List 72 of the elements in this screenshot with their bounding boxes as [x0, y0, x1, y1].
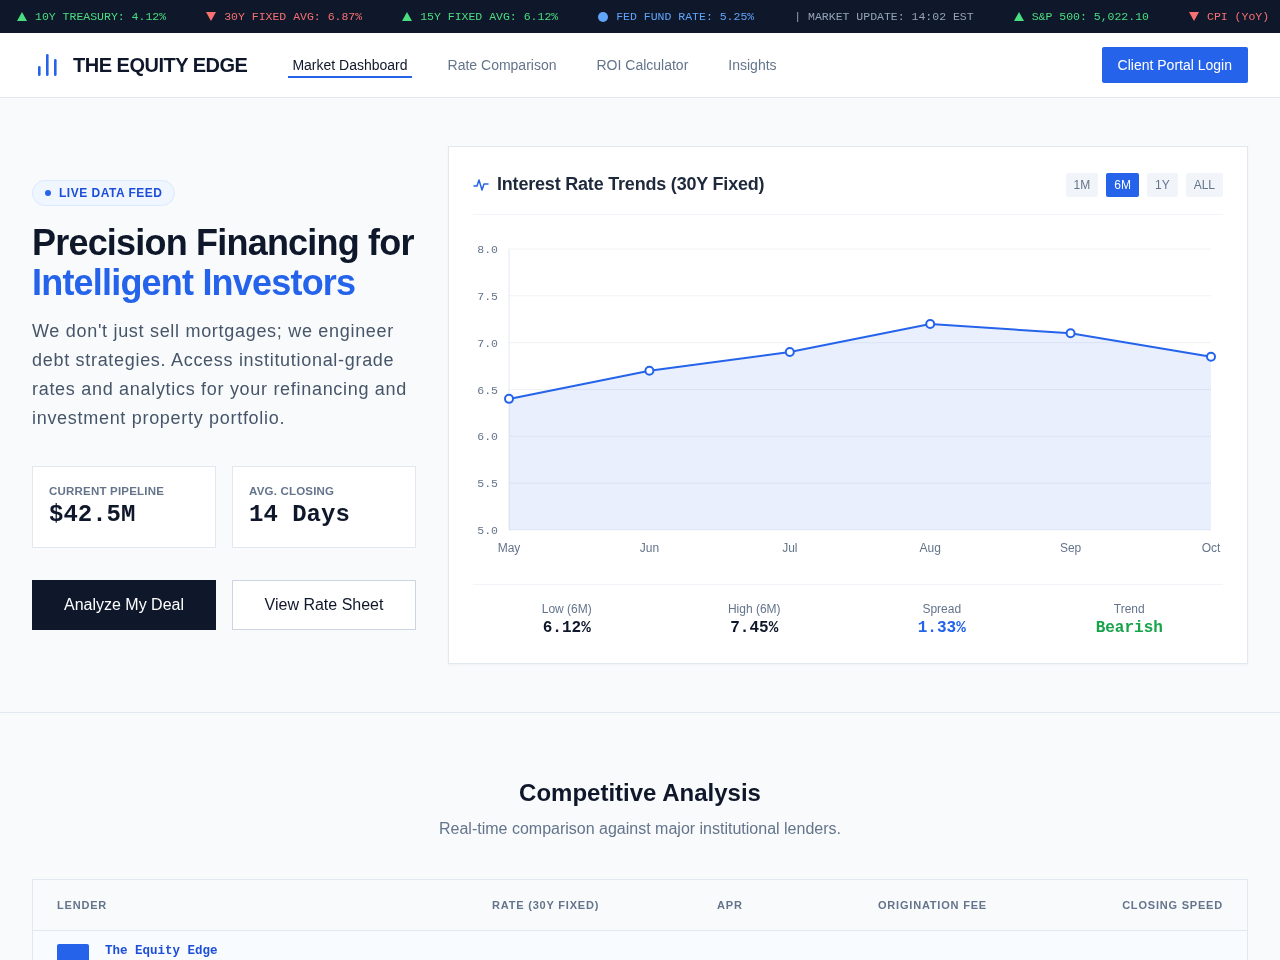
- section-subtitle: Real-time comparison against major institutional lenders.: [439, 819, 841, 839]
- column-header: CLOSING SPEED: [1122, 899, 1223, 911]
- summary-value: Bearish: [1095, 618, 1163, 639]
- summary-label: Low (6M): [541, 601, 592, 617]
- down-triangle-icon: [206, 12, 217, 21]
- bar-chart-logo-icon: [38, 54, 58, 76]
- dot-icon: [598, 11, 609, 22]
- stat-value: 14 Days: [249, 500, 351, 530]
- axis-label: 6.0: [477, 430, 498, 444]
- rate-sheet-button[interactable]: View Rate Sheet: [232, 580, 416, 630]
- period-tab[interactable]: 1Y: [1146, 172, 1178, 197]
- stat-label: CURRENT PIPELINE: [49, 484, 166, 499]
- live-feed-label: LIVE DATA FEED: [59, 186, 163, 200]
- summary-label: High (6M): [727, 601, 781, 617]
- axis-label: May: [497, 541, 521, 555]
- period-tab[interactable]: 1M: [1065, 172, 1099, 197]
- up-triangle-icon: [1013, 12, 1024, 21]
- data-point: [1206, 351, 1216, 362]
- period-tab[interactable]: ALL: [1185, 172, 1223, 197]
- ticker-text: S&P 500: 5,022.10: [1031, 9, 1149, 24]
- summary-value: 7.45%: [730, 618, 779, 639]
- down-triangle-icon: [1189, 12, 1199, 21]
- nav-link[interactable]: Insights: [724, 52, 781, 78]
- axis-label: Oct: [1201, 541, 1221, 555]
- hero-description: We don't just sell mortgages; we engineer debt strategies. Access institutional-grade rates and analytics for your refinancing and investment property portfolio.: [32, 320, 408, 430]
- stat-value: $42.5M: [49, 500, 137, 530]
- ticker-text: FED FUND RATE: 5.25%: [616, 9, 755, 24]
- up-triangle-icon: [402, 12, 413, 21]
- chart-title: Interest Rate Trends (30Y Fixed): [497, 173, 765, 196]
- axis-label: 8.0: [477, 243, 498, 256]
- logo-tile-icon: [57, 944, 89, 960]
- summary-value: 6.12%: [542, 618, 591, 639]
- period-tab[interactable]: 6M: [1106, 172, 1139, 197]
- data-point: [925, 318, 936, 329]
- ticker-text: 10Y TREASURY: 4.12%: [35, 9, 167, 24]
- summary-label: Spread: [922, 601, 962, 617]
- axis-label: 5.0: [477, 524, 498, 537]
- data-point: [504, 393, 514, 404]
- axis-label: Jul: [782, 541, 798, 555]
- data-point: [644, 365, 655, 376]
- axis-label: Aug: [919, 541, 941, 555]
- axis-label: Sep: [1059, 541, 1082, 555]
- analyze-button[interactable]: Analyze My Deal: [32, 580, 216, 630]
- summary-label: Trend: [1113, 601, 1145, 617]
- nav-link[interactable]: ROI Calculator: [592, 52, 693, 78]
- axis-label: 5.5: [477, 477, 498, 491]
- data-point: [784, 347, 795, 358]
- axis-label: 7.0: [477, 336, 498, 350]
- data-point: [1065, 328, 1076, 339]
- stat-label: AVG. CLOSING: [249, 484, 336, 499]
- summary-value: 1.33%: [917, 618, 966, 639]
- section-title: Competitive Analysis: [519, 778, 761, 808]
- ticker-text: 15Y FIXED AVG: 6.12%: [420, 9, 559, 24]
- dot-icon: [45, 190, 51, 196]
- column-header: RATE (30Y FIXED): [492, 899, 601, 911]
- pulse-icon: [473, 177, 489, 192]
- axis-label: 6.5: [477, 383, 498, 397]
- column-header: ORIGINATION FEE: [878, 899, 988, 911]
- ticker-text: | MARKET UPDATE: 14:02 EST: [794, 9, 974, 24]
- ticker-text: 30Y FIXED AVG: 6.87%: [224, 9, 363, 24]
- login-button[interactable]: Client Portal Login: [1101, 47, 1248, 83]
- axis-label: 7.5: [477, 289, 498, 303]
- hero-title: Precision Financing for Intelligent Investors: [32, 223, 415, 303]
- lender-name: The Equity Edge: [105, 944, 218, 959]
- nav-link[interactable]: Market Dashboard: [288, 52, 412, 78]
- up-triangle-icon: [17, 12, 27, 21]
- column-header: APR: [717, 899, 744, 911]
- ticker-text: CPI (YoY): [1207, 9, 1270, 24]
- axis-label: Jun: [639, 541, 660, 555]
- column-header: LENDER: [57, 899, 109, 911]
- nav-link[interactable]: Rate Comparison: [443, 52, 561, 78]
- brand-name: THE EQUITY EDGE: [73, 53, 248, 77]
